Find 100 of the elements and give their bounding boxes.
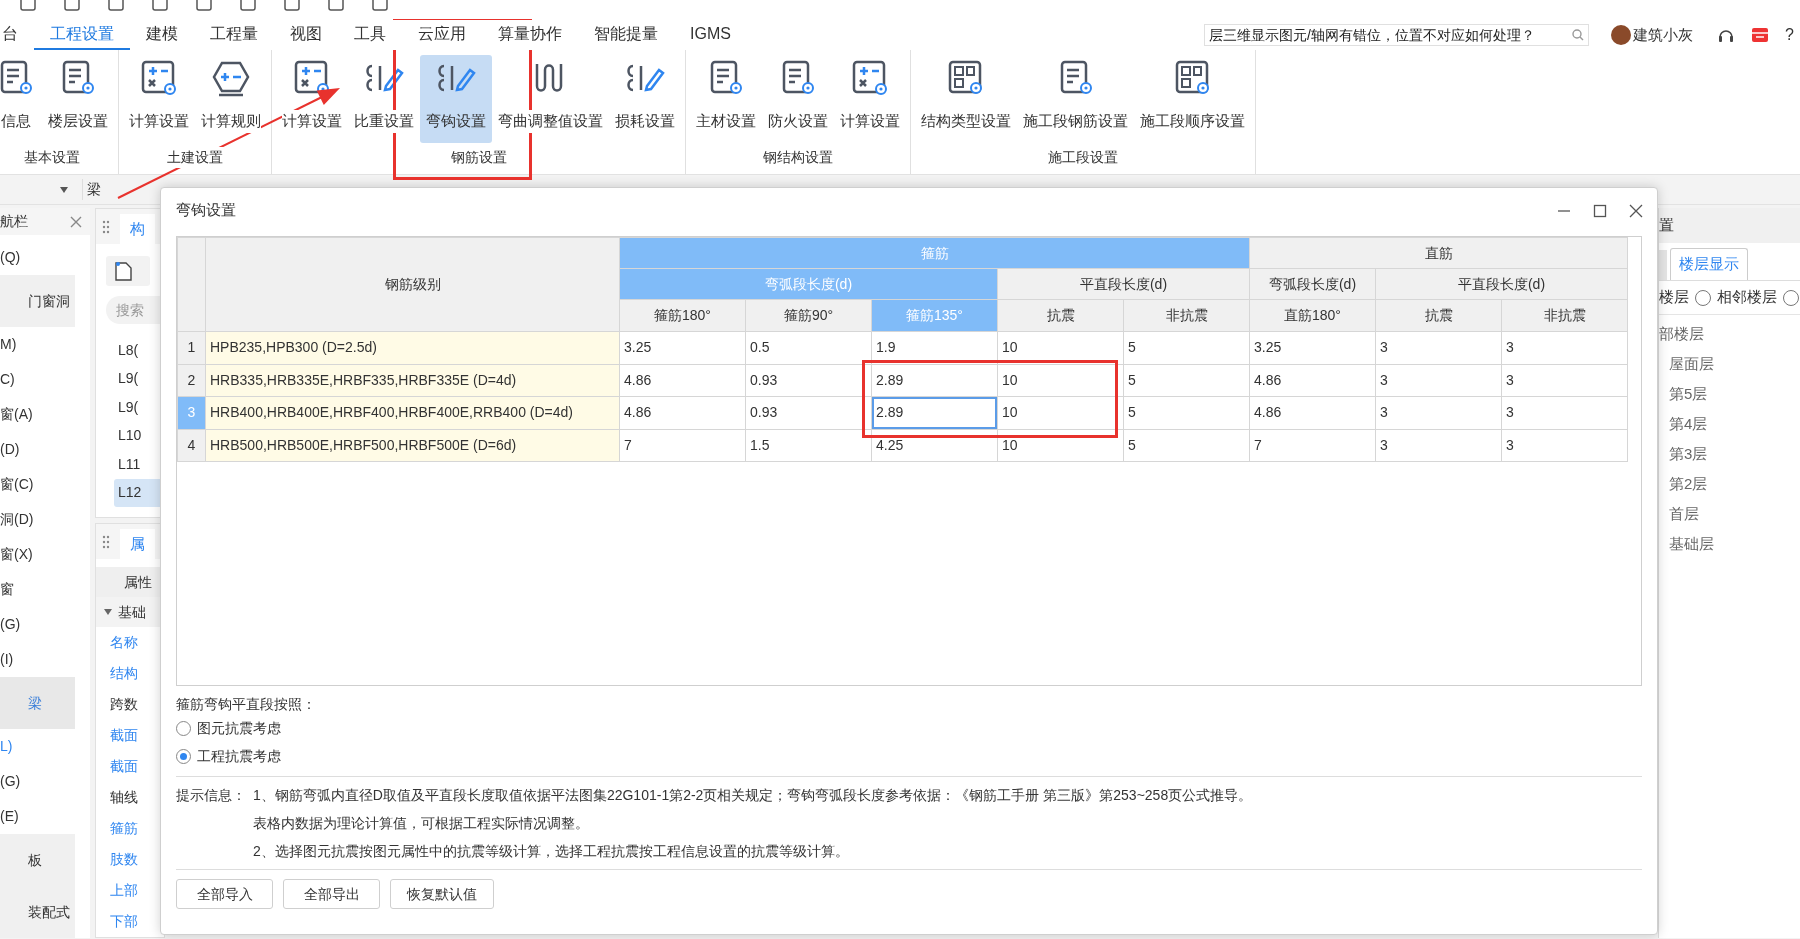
ribbon-button[interactable]: 弯曲调整值设置	[492, 55, 609, 143]
table-cell[interactable]: 4.25	[871, 429, 998, 462]
ribbon-button[interactable]: 比重设置	[348, 55, 420, 143]
property-name: 箍筋	[109, 819, 139, 838]
tree-item[interactable]: 部楼层	[1659, 319, 1800, 349]
ribbon-button[interactable]: 施工段顺序设置	[1134, 55, 1251, 143]
column-header: 非抗震	[1501, 299, 1628, 332]
nav-group[interactable]: 板	[0, 834, 75, 886]
component-item[interactable]: L9(	[114, 393, 164, 422]
column-header: 平直段长度(d)	[1375, 268, 1628, 300]
table-cell[interactable]: 3	[1375, 396, 1502, 429]
nav-item[interactable]: (G)	[0, 607, 90, 642]
tree-item[interactable]: 第5层	[1659, 379, 1800, 409]
table-cell[interactable]: 10	[997, 429, 1124, 462]
nav-item[interactable]: (I)	[0, 642, 90, 677]
table-cell[interactable]: 3	[1501, 331, 1628, 364]
tree-item[interactable]: 第2层	[1659, 469, 1800, 499]
table-cell[interactable]: 7	[1249, 429, 1376, 462]
ribbon-button[interactable]: 信息	[0, 55, 42, 143]
nav-item[interactable]: 窗	[0, 572, 90, 607]
nav-item[interactable]: C)	[0, 362, 90, 397]
nav-item[interactable]: 洞(D)	[0, 502, 90, 537]
ribbon-button[interactable]: 结构类型设置	[915, 55, 1017, 143]
table-cell[interactable]: 1.5	[745, 429, 872, 462]
nav-item[interactable]: 窗(A)	[0, 397, 90, 432]
table-cell[interactable]: 4.86	[619, 364, 746, 397]
ribbon-button[interactable]: 弯钩设置	[420, 55, 492, 143]
nav-item[interactable]: 窗(C)	[0, 467, 90, 502]
table-cell[interactable]: 3	[1375, 429, 1502, 462]
nav-item[interactable]: (E)	[0, 799, 90, 834]
table-cell[interactable]: 3	[1501, 364, 1628, 397]
dialog-button[interactable]: 全部导出	[283, 879, 380, 909]
dialog-button[interactable]: 恢复默认值	[390, 879, 494, 909]
table-cell[interactable]: 3.25	[1249, 331, 1376, 364]
column-header: 钢筋级别	[205, 237, 620, 332]
table-cell[interactable]: 5	[1123, 331, 1250, 364]
table-cell[interactable]: 4.86	[1249, 364, 1376, 397]
panel-tab[interactable]: 属	[120, 529, 155, 559]
table-cell[interactable]: 0.93	[745, 396, 872, 429]
table-cell[interactable]: 10	[997, 331, 1124, 364]
close-icon	[70, 215, 82, 228]
search-field[interactable]: 层三维显示图元/轴网有错位，位置不对应如何处理？	[1204, 24, 1590, 46]
tip-text: 2、选择图元抗震按图元属性中的抗震等级计算，选择工程抗震按工程信息设置的抗震等级计算。	[253, 841, 850, 861]
close-icon	[1629, 203, 1643, 218]
nav-group[interactable]: 装配式	[0, 886, 75, 938]
property-name: 名称	[109, 633, 139, 652]
component-item[interactable]: L11	[114, 450, 164, 479]
ribbon-button[interactable]: 主材设置	[690, 55, 762, 143]
tree-item[interactable]: 第3层	[1659, 439, 1800, 469]
ribbon-button[interactable]: 计算设置	[834, 55, 906, 143]
tree-item[interactable]: 屋面层	[1659, 349, 1800, 379]
dialog-button[interactable]: 全部导入	[176, 879, 273, 909]
table-cell[interactable]: 10	[997, 364, 1124, 397]
tree-item[interactable]: 基础层	[1659, 529, 1800, 559]
component-item[interactable]: L10	[114, 421, 164, 450]
column-header: 弯弧段长度(d)	[619, 268, 998, 300]
component-item[interactable]: L9(	[114, 364, 164, 393]
property-name: 结构	[109, 664, 139, 683]
table-cell[interactable]: 4.86	[619, 396, 746, 429]
nav-item[interactable]: M)	[0, 327, 90, 362]
ribbon-button[interactable]: 损耗设置	[609, 55, 681, 143]
help-link[interactable]: ?	[1785, 23, 1794, 47]
ribbon-button[interactable]: 施工段钢筋设置	[1017, 55, 1134, 143]
component-item[interactable]: L8(	[114, 336, 164, 365]
table-cell[interactable]: 2.89	[871, 396, 998, 429]
ribbon-button[interactable]: 防火设置	[762, 55, 834, 143]
panel-tab[interactable]: 楼层显示	[1670, 248, 1748, 280]
table-cell: HRB335,HRB335E,HRBF335,HRBF335E (D=4d)	[205, 364, 620, 397]
ribbon-button[interactable]: 楼层设置	[42, 55, 114, 143]
table-cell[interactable]: 5	[1123, 364, 1250, 397]
column-header: 抗震	[997, 299, 1124, 332]
window-title: 弯钩设置	[176, 200, 236, 221]
ribbon-button[interactable]: 计算规则	[195, 55, 267, 143]
table-cell[interactable]: 3	[1375, 364, 1502, 397]
table-cell[interactable]: 4.86	[1249, 396, 1376, 429]
table-cell[interactable]: 3	[1501, 396, 1628, 429]
nav-group[interactable]: 门窗洞	[0, 275, 75, 327]
nav-item[interactable]: L)	[0, 729, 90, 764]
nav-item[interactable]: 窗(X)	[0, 537, 90, 572]
table-cell[interactable]: 0.5	[745, 331, 872, 364]
panel-tab[interactable]: 构	[120, 214, 155, 244]
user-name[interactable]: 建筑小灰	[1633, 23, 1694, 47]
table-cell[interactable]: 3.25	[619, 331, 746, 364]
table-cell[interactable]: 0.93	[745, 364, 872, 397]
ribbon-button[interactable]: 计算设置	[123, 55, 195, 143]
nav-item[interactable]: (Q)	[0, 240, 90, 275]
tree-item[interactable]: 第4层	[1659, 409, 1800, 439]
table-cell[interactable]: 3	[1501, 429, 1628, 462]
table-cell[interactable]: 10	[997, 396, 1124, 429]
toolbar-icon	[372, 0, 388, 12]
tree-item[interactable]: 首层	[1659, 499, 1800, 529]
table-cell[interactable]: 3	[1375, 331, 1502, 364]
nav-item[interactable]: (D)	[0, 432, 90, 467]
table-cell[interactable]: 5	[1123, 396, 1250, 429]
toolbar-icon	[64, 0, 80, 12]
table-cell[interactable]: 1.9	[871, 331, 998, 364]
table-cell[interactable]: 7	[619, 429, 746, 462]
table-cell[interactable]: 5	[1123, 429, 1250, 462]
table-cell[interactable]: 2.89	[871, 364, 998, 397]
nav-item[interactable]: (G)	[0, 764, 90, 799]
